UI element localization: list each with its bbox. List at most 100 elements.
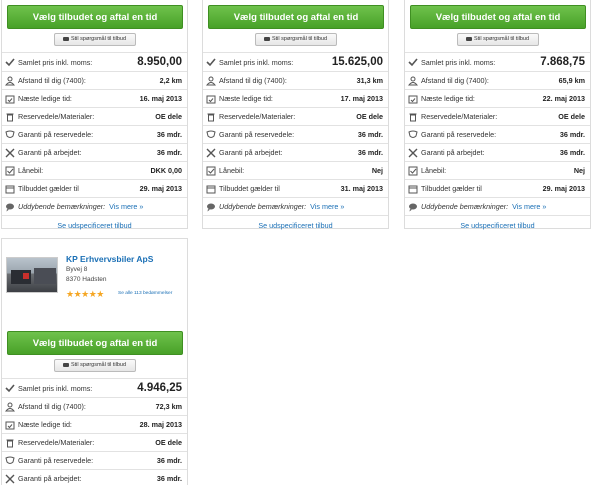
- total-price: 8.950,00: [137, 56, 182, 68]
- offer-card-1: Vælg tilbudet og aftal en tid Stil spørg…: [1, 0, 188, 230]
- row-warranty-parts: Garanti på reservedele: 36 mdr.: [203, 125, 388, 143]
- row-warranty-work: Garanti på arbejdet: 36 mdr.: [203, 143, 388, 161]
- row-distance: Afstand til dig (7400): 2,2 km: [2, 71, 187, 89]
- person-icon: [5, 76, 15, 86]
- row-warranty-parts: Garanti på reservedele: 36 mdr.: [405, 125, 590, 143]
- row-distance: Afstand til dig (7400): 31,3 km: [203, 71, 388, 89]
- company-city: 8370 Hadsten: [66, 276, 107, 283]
- reviews-link[interactable]: Se alle 113 bedømmelser: [118, 291, 172, 296]
- trash-icon: [5, 438, 15, 448]
- chat-icon: [62, 362, 69, 367]
- row-parts: Reservedele/Materialer: OE dele: [203, 107, 388, 125]
- row-warranty-work: Garanti på arbejdet: 36 mdr.: [405, 143, 590, 161]
- offer-details: Samlet pris inkl. moms: 15.625,00 Afstan…: [203, 52, 388, 215]
- speech-bubble-icon: [206, 202, 216, 212]
- specified-offer-link[interactable]: Se udspecificeret tilbud: [405, 215, 590, 233]
- offer-details: Samlet pris inkl. moms: 4.946,25 Afstand…: [2, 378, 187, 485]
- row-next-available: Næste ledige tid: 16. maj 2013: [2, 89, 187, 107]
- chat-icon: [263, 36, 270, 41]
- chat-icon: [465, 36, 472, 41]
- row-valid-until: Tilbuddet gælder til 29. maj 2013: [2, 179, 187, 197]
- shield-icon: [206, 130, 216, 140]
- checkmark-icon: [5, 57, 15, 67]
- row-remarks: Uddybende bemærkninger: Vis mere »: [405, 197, 590, 215]
- company-photo[interactable]: [6, 257, 58, 293]
- row-parts: Reservedele/Materialer: OE dele: [2, 107, 187, 125]
- checkbox-icon: [5, 166, 15, 176]
- checkmark-icon: [206, 57, 216, 67]
- trash-icon: [5, 112, 15, 122]
- company-info: KP Erhvervsbiler ApS Byvej 8 8370 Hadste…: [2, 239, 187, 323]
- row-total: Samlet pris inkl. moms: 7.868,75: [405, 52, 590, 71]
- offer-card-2: Vælg tilbudet og aftal en tid Stil spørg…: [202, 0, 389, 230]
- person-icon: [206, 76, 216, 86]
- row-valid-until: Tilbuddet gælder til 31. maj 2013: [203, 179, 388, 197]
- ask-question-button[interactable]: Stil spørgsmål til tilbud: [53, 359, 136, 372]
- choose-offer-button[interactable]: Vælg tilbudet og aftal en tid: [7, 5, 183, 29]
- calendar-icon: [5, 420, 15, 430]
- calendar-icon: [206, 94, 216, 104]
- offer-card-3: Vælg tilbudet og aftal en tid Stil spørg…: [404, 0, 591, 230]
- shield-icon: [408, 130, 418, 140]
- choose-offer-button[interactable]: Vælg tilbudet og aftal en tid: [7, 331, 183, 355]
- offer-details: Samlet pris inkl. moms: 7.868,75 Afstand…: [405, 52, 590, 215]
- row-distance: Afstand til dig (7400): 65,9 km: [405, 71, 590, 89]
- ask-question-button[interactable]: Stil spørgsmål til tilbud: [53, 33, 136, 46]
- ask-question-button[interactable]: Stil spørgsmål til tilbud: [456, 33, 539, 46]
- checkmark-icon: [5, 383, 15, 393]
- company-street: Byvej 8: [66, 266, 88, 273]
- calendar-icon: [408, 184, 418, 194]
- checkbox-icon: [206, 166, 216, 176]
- row-total: Samlet pris inkl. moms: 4.946,25: [2, 378, 187, 397]
- row-parts: Reservedele/Materialer: OE dele: [2, 433, 187, 451]
- see-more-link[interactable]: Vis mere »: [310, 202, 344, 211]
- total-price: 7.868,75: [540, 56, 585, 68]
- offer-card-4: KP Erhvervsbiler ApS Byvej 8 8370 Hadste…: [1, 238, 188, 485]
- row-warranty-work: Garanti på arbejdet: 36 mdr.: [2, 143, 187, 161]
- shield-icon: [5, 130, 15, 140]
- speech-bubble-icon: [408, 202, 418, 212]
- choose-offer-button[interactable]: Vælg tilbudet og aftal en tid: [410, 5, 586, 29]
- chat-icon: [62, 36, 69, 41]
- row-loan-car: Lånebil: Nej: [203, 161, 388, 179]
- rating-stars: ★★★★★: [66, 289, 104, 299]
- shield-icon: [5, 456, 15, 466]
- checkmark-icon: [408, 57, 418, 67]
- speech-bubble-icon: [5, 202, 15, 212]
- tools-icon: [206, 148, 216, 158]
- person-icon: [5, 402, 15, 412]
- row-loan-car: Lånebil: Nej: [405, 161, 590, 179]
- specified-offer-link[interactable]: Se udspecificeret tilbud: [203, 215, 388, 233]
- tools-icon: [5, 474, 15, 484]
- choose-offer-button[interactable]: Vælg tilbudet og aftal en tid: [208, 5, 384, 29]
- row-total: Samlet pris inkl. moms: 8.950,00: [2, 52, 187, 71]
- row-loan-car: Lånebil: DKK 0,00: [2, 161, 187, 179]
- trash-icon: [408, 112, 418, 122]
- trash-icon: [206, 112, 216, 122]
- person-icon: [408, 76, 418, 86]
- company-name[interactable]: KP Erhvervsbiler ApS: [66, 254, 153, 264]
- calendar-icon: [5, 94, 15, 104]
- row-remarks: Uddybende bemærkninger: Vis mere »: [203, 197, 388, 215]
- row-valid-until: Tilbuddet gælder til 29. maj 2013: [405, 179, 590, 197]
- total-price: 15.625,00: [331, 56, 383, 68]
- ask-question-button[interactable]: Stil spørgsmål til tilbud: [254, 33, 337, 46]
- row-next-available: Næste ledige tid: 22. maj 2013: [405, 89, 590, 107]
- see-more-link[interactable]: Vis mere »: [512, 202, 546, 211]
- see-more-link[interactable]: Vis mere »: [109, 202, 143, 211]
- row-next-available: Næste ledige tid: 28. maj 2013: [2, 415, 187, 433]
- row-next-available: Næste ledige tid: 17. maj 2013: [203, 89, 388, 107]
- row-parts: Reservedele/Materialer: OE dele: [405, 107, 590, 125]
- calendar-icon: [5, 184, 15, 194]
- offer-details: Samlet pris inkl. moms: 8.950,00 Afstand…: [2, 52, 187, 215]
- tools-icon: [5, 148, 15, 158]
- row-distance: Afstand til dig (7400): 72,3 km: [2, 397, 187, 415]
- calendar-icon: [206, 184, 216, 194]
- tools-icon: [408, 148, 418, 158]
- row-warranty-parts: Garanti på reservedele: 36 mdr.: [2, 125, 187, 143]
- total-price: 4.946,25: [137, 382, 182, 394]
- checkbox-icon: [408, 166, 418, 176]
- row-remarks: Uddybende bemærkninger: Vis mere »: [2, 197, 187, 215]
- specified-offer-link[interactable]: Se udspecificeret tilbud: [2, 215, 187, 233]
- row-warranty-work: Garanti på arbejdet: 36 mdr.: [2, 469, 187, 485]
